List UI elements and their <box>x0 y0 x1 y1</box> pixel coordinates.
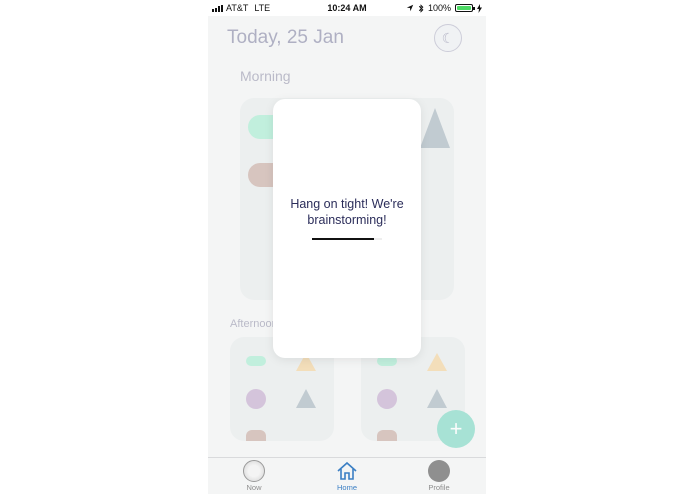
tab-bar: Now Home Profile <box>208 457 486 494</box>
tab-profile[interactable]: Profile <box>409 460 469 492</box>
loading-modal: Hang on tight! We're brainstorming! <box>273 99 421 358</box>
charging-bolt-icon <box>477 3 482 13</box>
battery-icon <box>455 4 475 12</box>
tab-home[interactable]: Home <box>317 460 377 492</box>
location-arrow-icon <box>406 4 414 12</box>
battery-percent: 100% <box>427 3 451 13</box>
phone-screen: AT&T LTE 10:24 AM 100% Today, 25 Jan ☾ M… <box>208 0 486 494</box>
battery-fill <box>457 6 471 10</box>
loading-progress-fill <box>312 238 374 240</box>
tab-now-label: Now <box>246 483 262 492</box>
tab-home-label: Home <box>336 483 357 492</box>
status-bar: AT&T LTE 10:24 AM 100% <box>208 0 486 16</box>
loading-progress-bar <box>312 238 382 240</box>
tab-profile-label: Profile <box>428 483 450 492</box>
bluetooth-icon <box>418 3 424 13</box>
tab-now[interactable]: Now <box>224 460 284 492</box>
profile-avatar-icon <box>428 460 450 482</box>
status-right: 100% <box>406 3 482 13</box>
loading-message: Hang on tight! We're brainstorming! <box>290 197 404 227</box>
moon-icon <box>243 460 265 482</box>
home-icon <box>337 461 357 480</box>
